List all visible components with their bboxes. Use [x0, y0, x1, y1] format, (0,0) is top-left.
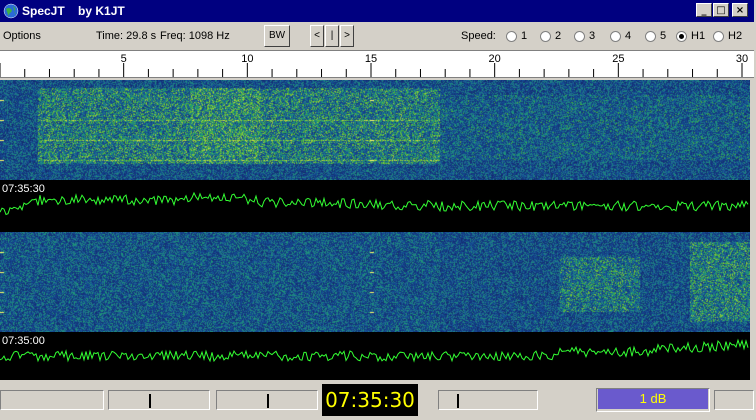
zero-slider[interactable] — [438, 390, 538, 410]
speed-radio-label: 1 — [521, 30, 528, 42]
speed-label: Speed: — [461, 30, 496, 42]
prev-button[interactable]: < — [310, 25, 324, 47]
speed-radio-label: H1 — [691, 30, 706, 42]
next-button[interactable]: > — [340, 25, 354, 47]
signal-trace-line — [0, 338, 749, 363]
speed-radio-1[interactable] — [506, 31, 517, 42]
signal-trace-line — [0, 191, 749, 216]
ruler-tick-label: 20 — [488, 53, 501, 65]
ruler-tick-label: 5 — [120, 53, 127, 65]
speed-radio-label: 3 — [589, 30, 596, 42]
lower-waterfall[interactable] — [0, 232, 750, 332]
speed-radio-3[interactable] — [574, 31, 585, 42]
zero-slider-thumb[interactable] — [457, 394, 459, 408]
upper-waterfall[interactable] — [0, 80, 750, 180]
ruler-tick-label: 30 — [735, 53, 749, 65]
title-bar[interactable]: SpecJT by K1JT _ □ × — [0, 0, 754, 22]
specjt-window: SpecJT by K1JT _ □ × Options Time: 29.8 … — [0, 0, 756, 420]
contrast-slider[interactable] — [216, 390, 318, 410]
minimize-button[interactable]: _ — [696, 3, 712, 17]
gain-readout: 1 dB — [598, 389, 708, 409]
maximize-button[interactable]: □ — [713, 3, 729, 17]
status-panel-1 — [0, 390, 104, 410]
speed-radio-4[interactable] — [610, 31, 621, 42]
speed-radio-h1[interactable] — [676, 31, 687, 42]
upper-signal-trace — [0, 191, 749, 216]
lower-signal-trace — [0, 338, 749, 363]
frequency-ruler: 5 10 15 20 25 30 — [0, 50, 754, 78]
brightness-slider[interactable] — [108, 390, 210, 410]
brightness-slider-thumb[interactable] — [149, 394, 151, 408]
right-edge — [750, 80, 756, 380]
speed-radio-label: H2 — [728, 30, 743, 42]
utc-clock: 07:35:30 — [322, 384, 418, 416]
toolbar: Options Time: 29.8 s Freq: 1098 Hz BW < … — [0, 22, 756, 50]
speed-radio-2[interactable] — [540, 31, 551, 42]
speed-radio-label: 2 — [555, 30, 562, 42]
contrast-slider-thumb[interactable] — [267, 394, 269, 408]
freq-readout: Freq: 1098 Hz — [160, 30, 230, 42]
speed-radio-label: 4 — [625, 30, 632, 42]
center-button[interactable]: | — [325, 25, 339, 47]
close-button[interactable]: × — [732, 3, 748, 17]
ruler-tick-label: 15 — [364, 53, 378, 65]
options-menu[interactable]: Options — [3, 30, 41, 42]
lower-trace-panel: 07:35:00 — [0, 332, 750, 380]
status-panel-end — [714, 390, 754, 410]
upper-trace-panel: 07:35:30 — [0, 180, 750, 232]
app-globe-icon — [3, 3, 19, 19]
speed-radio-label: 5 — [660, 30, 667, 42]
ruler-tick-label: 10 — [241, 53, 254, 65]
window-title: SpecJT by K1JT — [22, 4, 125, 18]
ruler-tick-label: 25 — [612, 53, 625, 65]
time-readout: Time: 29.8 s — [96, 30, 157, 42]
speed-radio-h2[interactable] — [713, 31, 724, 42]
bw-button[interactable]: BW — [264, 25, 290, 47]
speed-radio-5[interactable] — [645, 31, 656, 42]
